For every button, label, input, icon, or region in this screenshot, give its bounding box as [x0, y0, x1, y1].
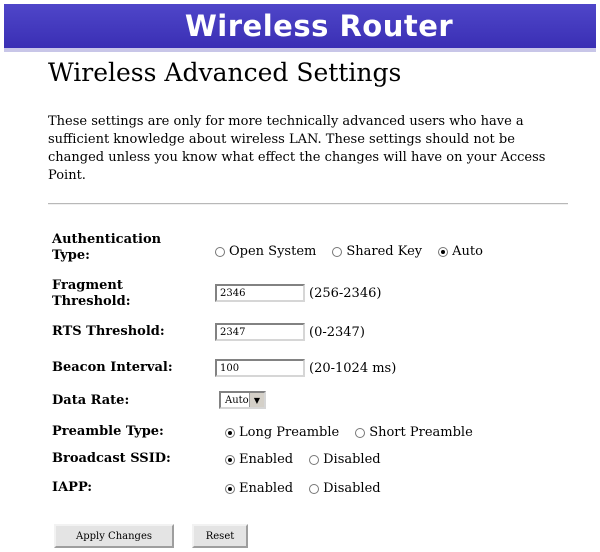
data-rate-control: Auto ▼: [219, 391, 266, 409]
fragment-threshold-control: (256-2346): [215, 284, 381, 302]
banner-title: Wireless Router: [184, 9, 454, 43]
rts-threshold-input[interactable]: [215, 323, 305, 341]
preamble-long-radio[interactable]: [225, 427, 235, 438]
auth-type-radio-group: Open System Shared Key Auto: [215, 244, 499, 259]
fragment-threshold-input[interactable]: [215, 284, 305, 302]
auth-shared-key-text: Shared Key: [346, 244, 423, 259]
auth-open-system-text: Open System: [229, 244, 317, 259]
header-banner: Wireless Router: [4, 4, 596, 52]
beacon-interval-hint: (20-1024 ms): [309, 360, 397, 376]
auth-shared-key-option[interactable]: Shared Key: [332, 244, 422, 259]
auth-shared-key-radio[interactable]: [332, 246, 343, 257]
auth-open-system-radio[interactable]: [215, 246, 225, 257]
preamble-short-option[interactable]: Short Preamble: [355, 425, 473, 440]
preamble-radio-group: Long Preamble Short Preamble: [225, 425, 489, 440]
ssid-enabled-radio[interactable]: [225, 454, 235, 465]
preamble-type-label: Preamble Type:: [52, 424, 164, 439]
beacon-interval-input[interactable]: [215, 359, 305, 377]
auth-auto-radio[interactable]: [438, 246, 449, 257]
ssid-disabled-option[interactable]: Disabled: [309, 452, 381, 467]
data-rate-label: Data Rate:: [52, 393, 130, 408]
auth-auto-text: Auto: [452, 244, 483, 259]
beacon-interval-label: Beacon Interval:: [52, 360, 173, 375]
preamble-short-radio[interactable]: [355, 427, 366, 438]
chevron-down-icon[interactable]: ▼: [249, 393, 264, 407]
broadcast-ssid-label: Broadcast SSID:: [52, 451, 171, 466]
iapp-enabled-radio[interactable]: [225, 483, 235, 494]
iapp-label: IAPP:: [52, 480, 93, 495]
intro-text: These settings are only for more technic…: [48, 114, 546, 183]
ssid-disabled-text: Disabled: [323, 452, 381, 467]
ssid-enabled-option[interactable]: Enabled: [225, 452, 293, 467]
iapp-disabled-radio[interactable]: [309, 483, 320, 494]
ssid-radio-group: Enabled Disabled: [225, 452, 397, 467]
apply-changes-button[interactable]: Apply Changes: [54, 524, 174, 548]
reset-button[interactable]: Reset: [192, 524, 248, 548]
preamble-long-option[interactable]: Long Preamble: [225, 425, 339, 440]
preamble-long-text: Long Preamble: [239, 425, 340, 440]
iapp-enabled-option[interactable]: Enabled: [225, 481, 293, 496]
iapp-disabled-text: Disabled: [323, 481, 381, 496]
fragment-threshold-hint: (256-2346): [309, 285, 382, 301]
page-title: Wireless Advanced Settings: [48, 58, 402, 87]
fragment-threshold-label: Fragment Threshold:: [52, 278, 131, 309]
preamble-short-text: Short Preamble: [369, 425, 473, 440]
iapp-radio-group: Enabled Disabled: [225, 481, 397, 496]
data-rate-select[interactable]: Auto ▼: [219, 391, 266, 409]
rts-threshold-label: RTS Threshold:: [52, 324, 165, 339]
auth-type-label: Authentication Type:: [52, 232, 162, 263]
divider: [48, 203, 568, 205]
ssid-enabled-text: Enabled: [239, 452, 294, 467]
rts-threshold-control: (0-2347): [215, 323, 365, 341]
iapp-enabled-text: Enabled: [239, 481, 294, 496]
auth-open-system-option[interactable]: Open System: [215, 244, 316, 259]
ssid-disabled-radio[interactable]: [309, 454, 320, 465]
iapp-disabled-option[interactable]: Disabled: [309, 481, 381, 496]
rts-threshold-hint: (0-2347): [309, 324, 365, 340]
beacon-interval-control: (20-1024 ms): [215, 359, 396, 377]
auth-auto-option[interactable]: Auto: [438, 244, 483, 259]
data-rate-value: Auto: [225, 394, 249, 406]
